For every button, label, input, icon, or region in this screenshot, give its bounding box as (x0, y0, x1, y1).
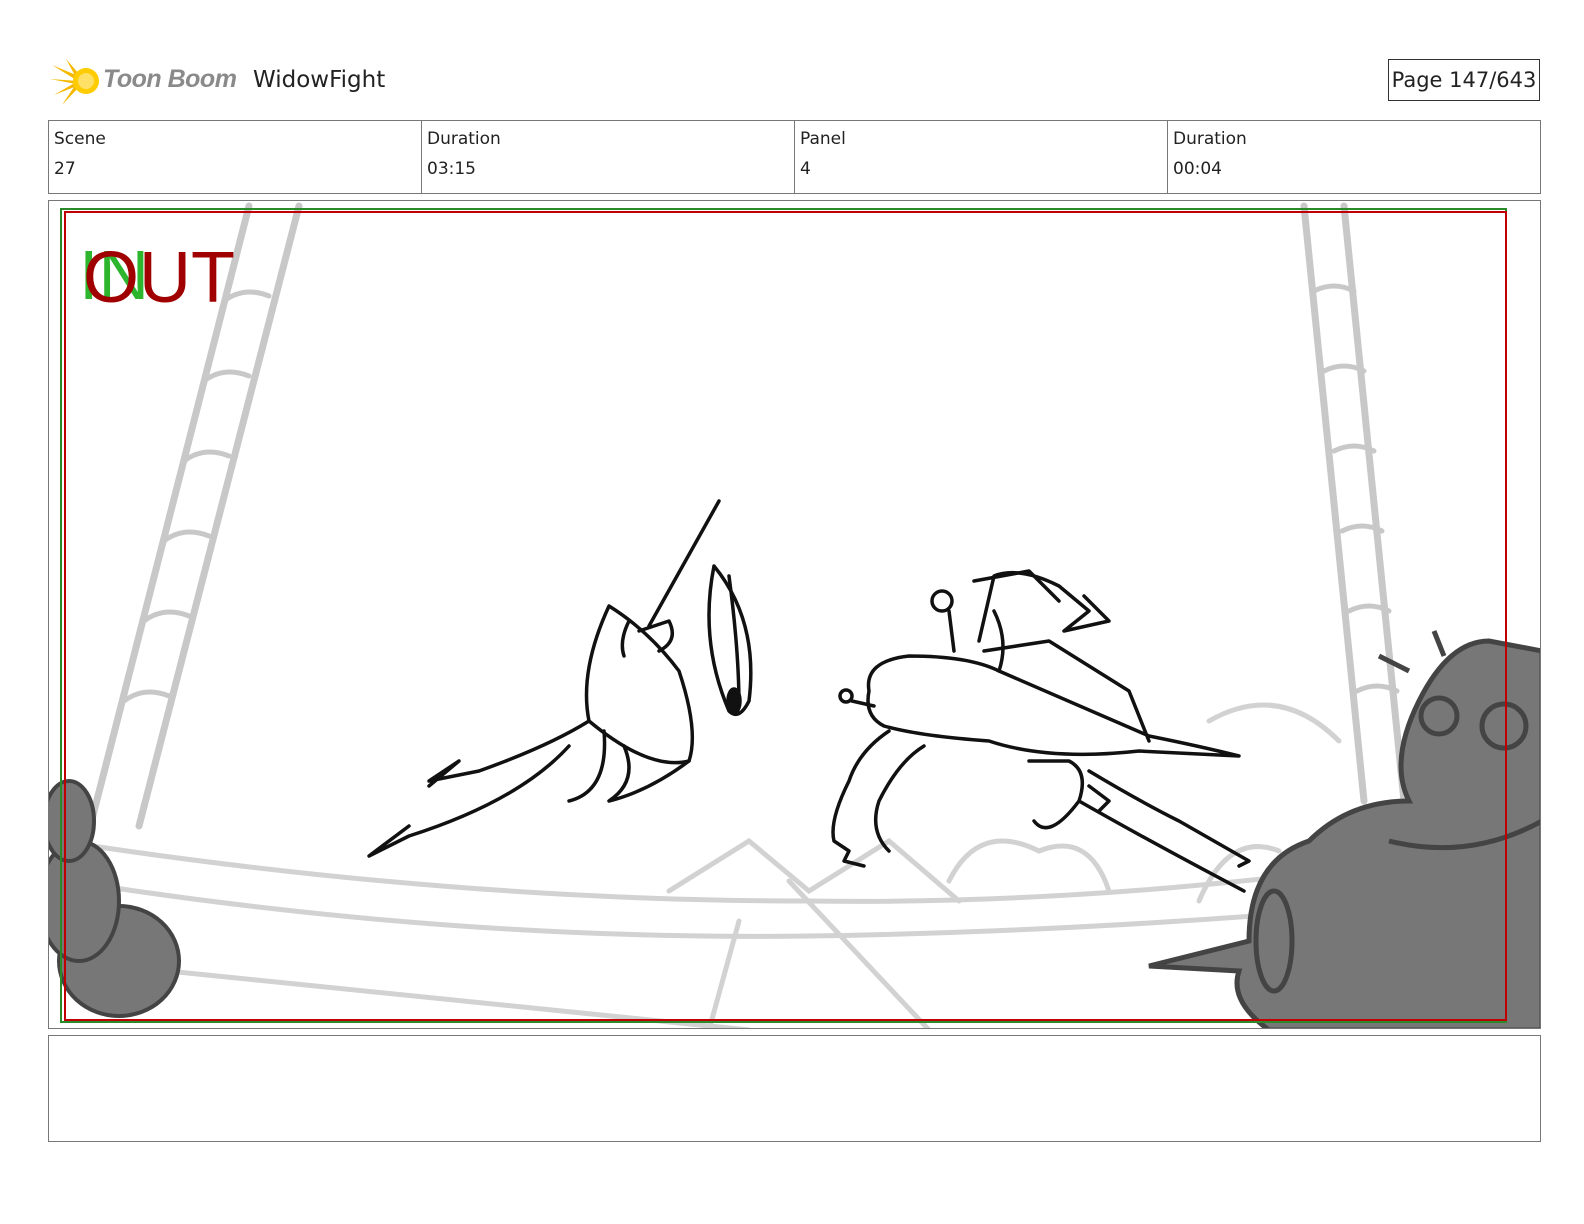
info-value: 03:15 (427, 159, 476, 179)
info-cell-panel-duration: Duration 00:04 (1168, 121, 1540, 193)
left-foreground-silhouette (49, 779, 181, 1018)
background-pillars (85, 202, 1408, 835)
panel-notes-box (48, 1035, 1541, 1142)
starburst-icon (50, 59, 99, 105)
storyboard-header: Toon Boom WidowFight Page 147/643 (50, 55, 1540, 110)
info-label: Scene (54, 129, 106, 149)
info-cell-panel: Panel 4 (795, 121, 1168, 193)
info-value: 4 (800, 159, 811, 179)
panel-info-table: Scene 27 Duration 03:15 Panel 4 Duration… (48, 120, 1541, 194)
panel-sketch: IN OUT (49, 202, 1540, 1028)
out-marker: OUT (83, 238, 235, 318)
project-title: WidowFight (253, 67, 386, 93)
page-counter: Page 147/643 (1388, 59, 1540, 101)
info-cell-scene-duration: Duration 03:15 (422, 121, 795, 193)
info-value: 00:04 (1173, 159, 1222, 179)
widow-character (831, 569, 1251, 893)
info-label: Duration (427, 129, 501, 149)
info-label: Duration (1173, 129, 1247, 149)
logo-wordmark: Toon Boom (103, 65, 237, 93)
toon-boom-logo: Toon Boom (50, 55, 240, 110)
storyboard-panel-image: IN OUT (48, 200, 1541, 1029)
knight-character (367, 499, 753, 858)
info-cell-scene: Scene 27 (49, 121, 422, 193)
info-label: Panel (800, 129, 846, 149)
info-value: 27 (54, 159, 76, 179)
right-foreground-silhouette (1148, 630, 1540, 1028)
